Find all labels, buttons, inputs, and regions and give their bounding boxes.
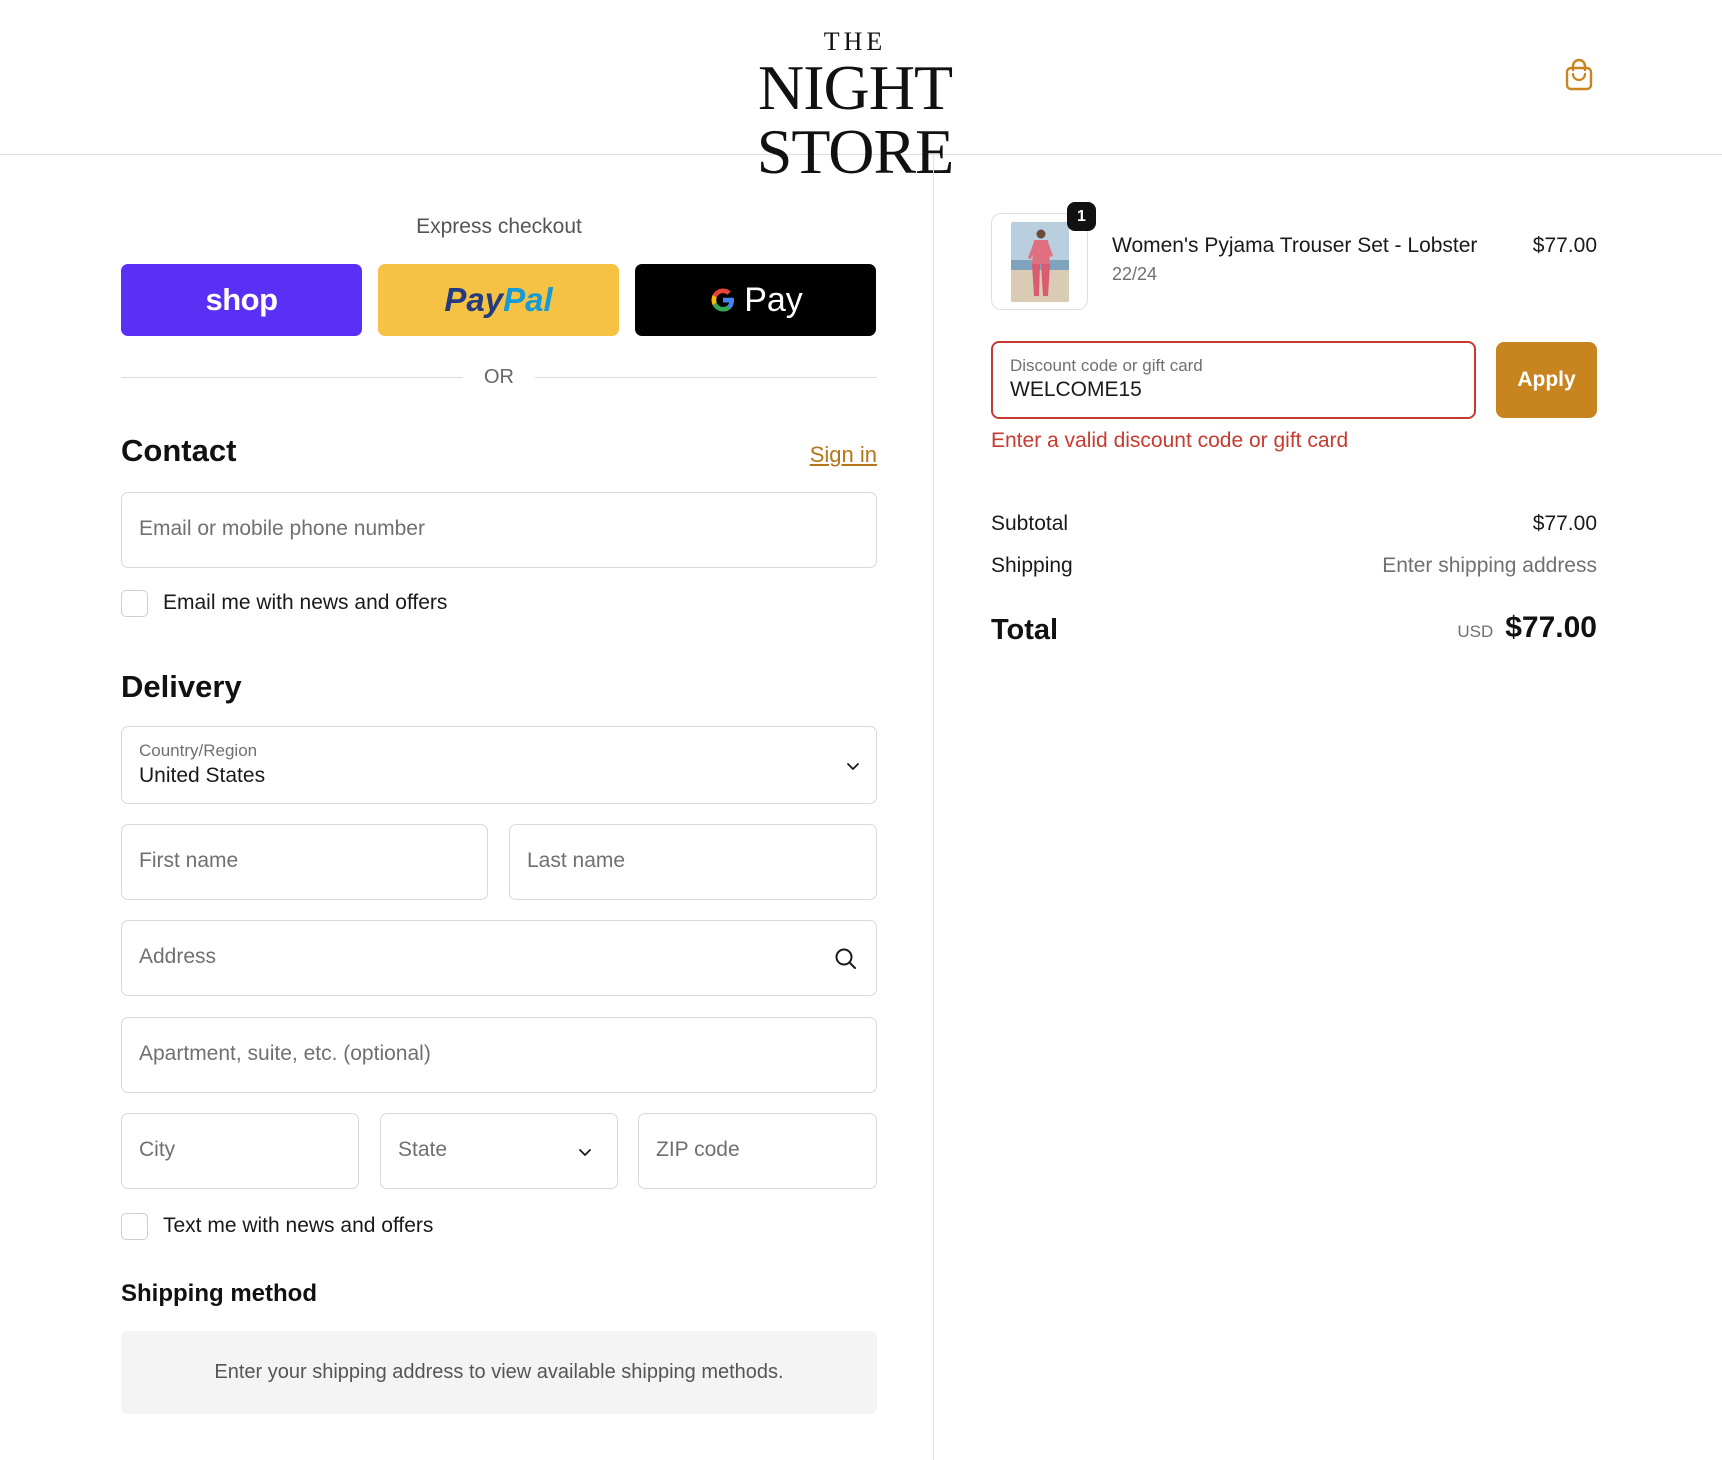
- country-value: United States: [139, 764, 266, 787]
- email-news-checkbox-row[interactable]: Email me with news and offers: [121, 589, 447, 617]
- address-placeholder: Address: [139, 945, 217, 968]
- store-logo[interactable]: THE NIGHT STORE: [660, 28, 1050, 184]
- discount-code-value: WELCOME15: [1010, 378, 1142, 401]
- google-g-icon: [711, 288, 735, 312]
- email-field[interactable]: Email or mobile phone number: [121, 492, 877, 568]
- shop-pay-button[interactable]: shop: [121, 264, 362, 336]
- shipping-method-title: Shipping method: [121, 1280, 317, 1307]
- subtotal-label: Subtotal: [991, 512, 1069, 535]
- google-pay-label: Pay: [744, 280, 803, 319]
- google-pay-button[interactable]: Pay: [635, 264, 876, 336]
- country-select[interactable]: Country/Region United States: [121, 726, 877, 804]
- city-field[interactable]: City: [121, 1113, 359, 1189]
- delivery-title: Delivery: [121, 669, 242, 704]
- discount-error-message: Enter a valid discount code or gift card: [991, 429, 1349, 452]
- address-field[interactable]: Address: [121, 920, 877, 996]
- country-label: Country/Region: [139, 741, 258, 760]
- product-price: $77.00: [1532, 234, 1597, 257]
- subtotal-value: $77.00: [1532, 512, 1597, 535]
- state-placeholder: State: [398, 1138, 448, 1161]
- apply-discount-button[interactable]: Apply: [1496, 342, 1597, 418]
- express-checkout-title: Express checkout: [416, 215, 582, 238]
- site-header: THE NIGHT STORE: [0, 0, 1722, 184]
- text-news-checkbox-row[interactable]: Text me with news and offers: [121, 1212, 433, 1240]
- product-variant: 22/24: [1112, 264, 1158, 284]
- sign-in-link[interactable]: Sign in: [810, 442, 877, 468]
- zip-field[interactable]: ZIP code: [638, 1113, 877, 1189]
- product-image: [1011, 222, 1069, 302]
- total-value-group: USD $77.00: [1457, 611, 1597, 645]
- first-name-placeholder: First name: [139, 849, 239, 872]
- total-label: Total: [991, 614, 1059, 646]
- paypal-label-part1: Pay: [444, 281, 504, 318]
- apartment-field[interactable]: Apartment, suite, etc. (optional): [121, 1017, 877, 1093]
- product-thumbnail: 1: [991, 202, 1096, 310]
- email-news-label: Email me with news and offers: [163, 591, 448, 614]
- shopping-bag-icon: [1565, 58, 1593, 91]
- or-label: OR: [484, 366, 514, 388]
- shipping-value: Enter shipping address: [1382, 554, 1597, 577]
- email-placeholder: Email or mobile phone number: [139, 517, 425, 540]
- chevron-down-icon: [847, 763, 859, 770]
- shop-pay-label: shop: [205, 282, 278, 317]
- cart-button[interactable]: [1562, 56, 1596, 94]
- column-divider: [933, 155, 934, 1460]
- shipping-method-note: Enter your shipping address to view avai…: [121, 1331, 877, 1414]
- state-select[interactable]: State: [380, 1113, 618, 1189]
- quantity-badge: 1: [1067, 202, 1096, 231]
- zip-placeholder: ZIP code: [656, 1138, 740, 1161]
- product-name: Women's Pyjama Trouser Set - Lobster: [1112, 234, 1478, 257]
- last-name-placeholder: Last name: [527, 849, 626, 872]
- city-placeholder: City: [139, 1138, 176, 1161]
- shipping-label: Shipping: [991, 554, 1073, 577]
- logo-main: NIGHT STORE: [756, 52, 955, 187]
- text-news-checkbox[interactable]: [121, 1212, 148, 1240]
- contact-title: Contact: [121, 433, 237, 468]
- search-icon[interactable]: [833, 946, 859, 972]
- discount-code-label: Discount code or gift card: [1010, 356, 1203, 375]
- first-name-field[interactable]: First name: [121, 824, 488, 900]
- apartment-placeholder: Apartment, suite, etc. (optional): [139, 1042, 431, 1065]
- product-photo-figure: [1011, 222, 1069, 302]
- last-name-field[interactable]: Last name: [509, 824, 877, 900]
- total-amount: $77.00: [1505, 611, 1597, 644]
- total-currency: USD: [1457, 622, 1494, 641]
- discount-code-field[interactable]: Discount code or gift card WELCOME15: [991, 341, 1476, 419]
- chevron-down-icon: [579, 1149, 591, 1156]
- email-news-checkbox[interactable]: [121, 589, 148, 617]
- paypal-button[interactable]: Pay Pal: [378, 264, 619, 336]
- paypal-label-part2: Pal: [503, 281, 553, 318]
- text-news-label: Text me with news and offers: [163, 1214, 434, 1237]
